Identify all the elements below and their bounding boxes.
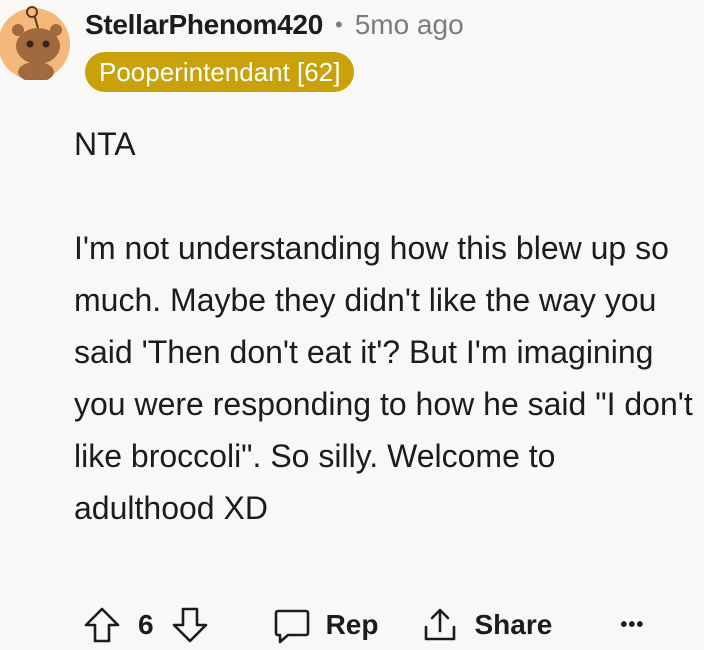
- share-icon: [420, 605, 460, 645]
- comment-header: StellarPhenom420 • 5mo ago: [85, 4, 464, 46]
- comment-actions: 6 Rep Share •••: [82, 600, 704, 650]
- more-icon: •••: [620, 613, 645, 636]
- more-options-button[interactable]: •••: [620, 614, 644, 637]
- reply-label: Rep: [325, 609, 379, 640]
- user-flair: Pooperintendant [62]: [85, 52, 355, 92]
- reply-button[interactable]: Rep: [272, 605, 379, 645]
- share-button[interactable]: Share: [420, 605, 552, 645]
- timestamp[interactable]: 5mo ago: [355, 9, 464, 41]
- username-link[interactable]: StellarPhenom420: [85, 9, 323, 41]
- comment-paragraph: NTA: [74, 126, 136, 162]
- downvote-icon[interactable]: [170, 605, 210, 645]
- snoo-avatar-icon: [0, 6, 70, 80]
- share-label: Share: [474, 609, 553, 640]
- comment-bubble-icon: [272, 605, 312, 645]
- comment-body: NTA I'm not understanding how this blew …: [74, 118, 704, 534]
- avatar[interactable]: [0, 0, 70, 80]
- separator-dot: •: [334, 12, 343, 37]
- comment-paragraph: I'm not understanding how this blew up s…: [74, 230, 693, 526]
- upvote-icon[interactable]: [82, 605, 122, 645]
- vote-count: 6: [138, 609, 154, 640]
